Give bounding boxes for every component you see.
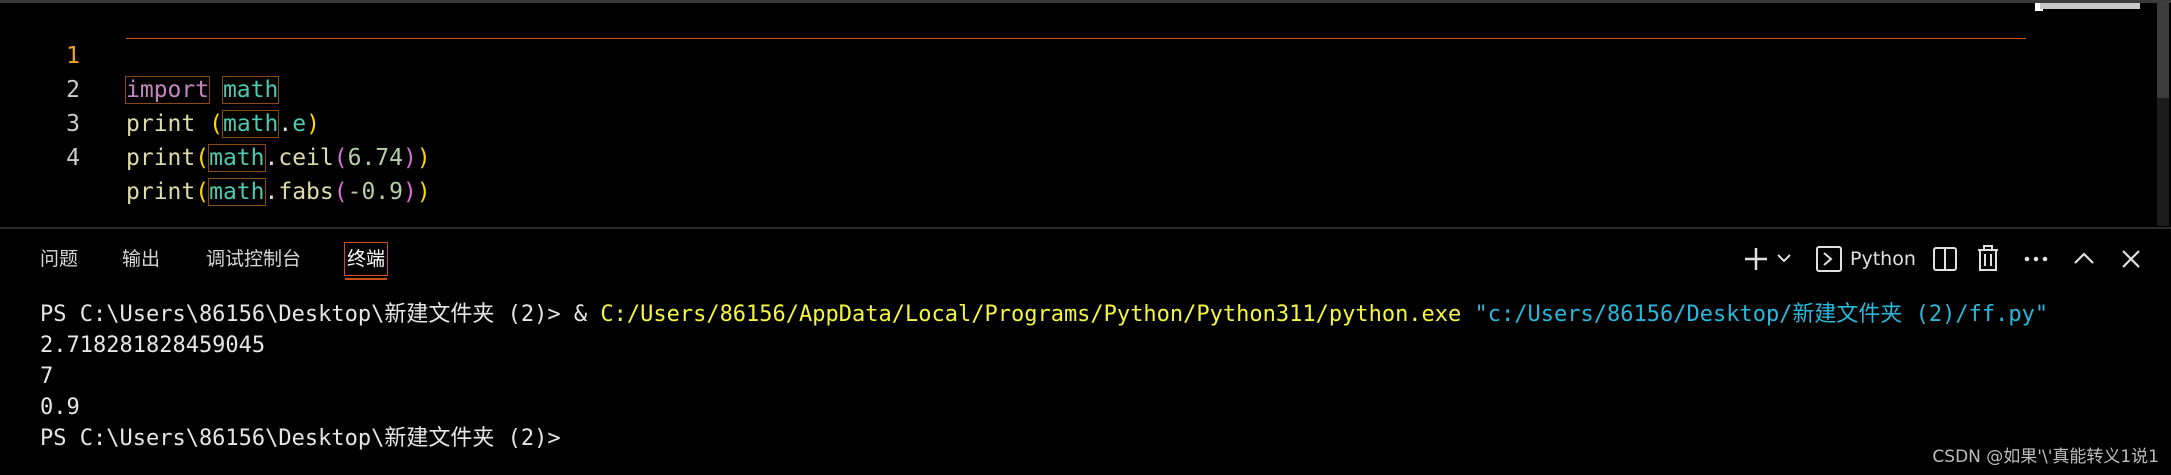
split-icon [1933,247,1957,271]
attribute-name: fabs [278,179,334,205]
paren: ) [403,145,417,171]
terminal-prompt-line: PS C:\Users\86156\Desktop\新建文件夹 (2)> [40,426,561,451]
terminal-output-line: 7 [40,364,54,389]
chevron-down-icon [1777,254,1791,263]
terminal-operator: & [573,302,601,327]
function-name: print [126,179,196,205]
code-line-1[interactable]: 1 import math [0,5,2171,104]
kill-terminal-button[interactable] [1976,241,2000,277]
separator [1461,302,1474,327]
panel-tabs: 问题 输出 调试控制台 终端 [0,229,2171,289]
bottom-panel: 问题 输出 调试控制台 终端 Python PS C:\Users\86156\… [0,229,2171,475]
script-argument: "c:/Users/86156/Desktop/新建文件夹 (2)/ff.py" [1474,302,2049,327]
terminal-shell-button[interactable] [1815,241,1843,277]
close-icon [2122,250,2140,268]
code-line-3[interactable]: 3 print(math.ceil(6.74)) [0,73,2171,172]
code-content[interactable]: print(math.fabs(-0.9)) [126,175,431,209]
paren: ( [333,179,348,205]
split-terminal-button[interactable] [1932,241,1958,277]
terminal-prompt: PS C:\Users\86156\Desktop\新建文件夹 (2)> [40,302,574,327]
terminal-output-line: 2.718281828459045 [40,333,266,358]
paren: ) [403,179,417,205]
tab-problems[interactable]: 问题 [38,243,80,275]
maximize-panel-button[interactable] [2071,241,2097,277]
tab-terminal[interactable]: 终端 [343,242,389,280]
terminal-dropdown-button[interactable] [1775,241,1793,277]
close-panel-button[interactable] [2118,241,2144,277]
shell-label[interactable]: Python [1850,241,1916,277]
attribute-name: ceil [278,145,334,171]
paren: ) [416,179,431,205]
paren: ( [333,145,348,171]
paren: ) [416,145,431,171]
trash-icon [1978,245,1998,271]
number-literal: 6.74 [347,145,403,171]
module-name: math [208,144,266,172]
terminal-command-line: PS C:\Users\86156\Desktop\新建文件夹 (2)> & C… [40,299,2140,330]
number-literal: -0.9 [347,179,403,205]
editor-scrollbar-track[interactable] [2157,98,2169,226]
vscode-window: 1 import math 2 print (math.e) 3 print(m… [0,0,2171,475]
code-line-2[interactable]: 2 print (math.e) [0,39,2171,138]
chevron-up-icon [2074,252,2094,264]
code-editor[interactable]: 1 import math 2 print (math.e) 3 print(m… [0,3,2171,227]
dot: . [264,145,279,171]
module-name: math [208,178,266,206]
more-actions-button[interactable] [2022,241,2050,277]
tab-debug-console[interactable]: 调试控制台 [204,243,303,275]
minimap-line [2040,3,2140,9]
function-name: print [126,145,196,171]
line-number: 4 [66,145,80,171]
watermark: CSDN @如果'\'真能转义1说1 [1932,447,2159,467]
editor-scrollbar-thumb[interactable] [2157,3,2169,98]
new-terminal-button[interactable] [1742,241,1770,277]
terminal-output-line: 0.9 [40,395,80,420]
tab-output[interactable]: 输出 [120,243,162,275]
paren: ( [195,179,210,205]
dot: . [264,179,279,205]
code-line-4[interactable]: 4 print(math.fabs(-0.9)) [0,107,2171,206]
plus-icon [1745,248,1767,270]
paren: ( [195,145,210,171]
more-icon [2024,256,2048,262]
python-exe-path: C:/Users/86156/AppData/Local/Programs/Py… [600,302,1462,327]
terminal-icon [1816,246,1842,272]
code-content[interactable]: print(math.ceil(6.74)) [126,141,431,175]
terminal-output[interactable]: PS C:\Users\86156\Desktop\新建文件夹 (2)> & C… [40,299,2140,454]
